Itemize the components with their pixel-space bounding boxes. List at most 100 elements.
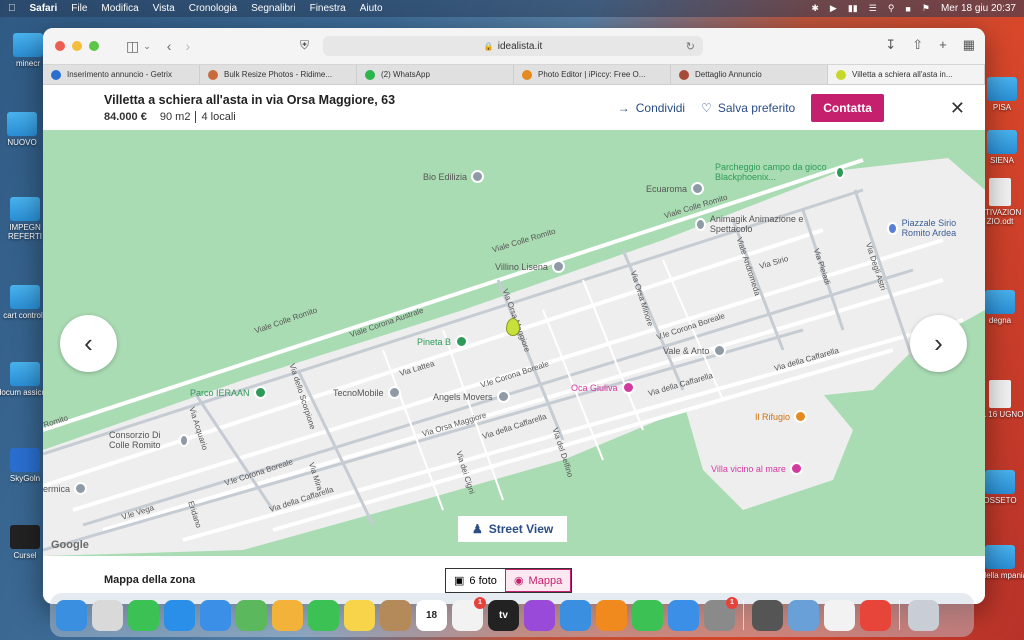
tab-villetta[interactable]: Villetta a schiera all'asta in... <box>828 65 985 84</box>
tab-bar: Inserimento annuncio - Getrix Bulk Resiz… <box>43 64 985 85</box>
contact-button[interactable]: Contatta <box>811 94 884 122</box>
downloads-icon[interactable]: ↧ <box>885 37 896 53</box>
clock[interactable]: Mer 18 giu 20:37 <box>941 3 1016 14</box>
menu-modifica[interactable]: Modifica <box>101 3 138 14</box>
document-icon <box>989 178 1011 206</box>
chrome-icon[interactable] <box>860 599 891 631</box>
tree-icon <box>455 335 469 348</box>
map-poi[interactable]: Angels Movers <box>433 390 510 403</box>
tab-bulk-resize[interactable]: Bulk Resize Photos - Ridime... <box>200 65 357 84</box>
tab-whatsapp[interactable]: (2) WhatsApp <box>357 65 514 84</box>
tab-overview-icon[interactable]: ▦ <box>963 37 975 53</box>
maps-icon[interactable] <box>236 599 267 631</box>
apple-icon[interactable]:  <box>8 3 16 14</box>
app-store-icon[interactable] <box>668 599 699 631</box>
system-preferences-icon[interactable]: 1 <box>704 596 738 631</box>
map-poi[interactable]: Parco IERAAN <box>190 386 267 399</box>
textedit-icon[interactable] <box>824 599 855 631</box>
new-tab-icon[interactable]: + <box>939 37 947 53</box>
minimize-window-button[interactable] <box>72 41 82 51</box>
tab-ipiccy[interactable]: Photo Editor | iPiccy: Free O... <box>514 65 671 84</box>
tab-dettaglio-annuncio[interactable]: Dettaglio Annuncio <box>671 65 828 84</box>
wifi-icon[interactable]: ☰ <box>869 3 877 14</box>
close-icon[interactable]: ✕ <box>950 98 965 119</box>
map-view[interactable]: Bio Edilizia Ecuaroma Parcheggio campo d… <box>43 130 985 556</box>
bluetooth-icon[interactable]: ✱ <box>811 3 819 14</box>
property-location-pin-icon[interactable] <box>506 318 520 336</box>
map-poi[interactable]: Animagik Animazione e Spettacolo <box>695 214 815 234</box>
tab-getrix[interactable]: Inserimento annuncio - Getrix <box>43 65 200 84</box>
previous-button[interactable]: ‹ <box>60 315 117 372</box>
map-poi[interactable]: TecnoMobile <box>333 386 401 399</box>
map-toggle[interactable]: ◉ Mappa <box>504 569 572 592</box>
map-poi[interactable]: Consorzio Di Colle Romito <box>109 430 189 450</box>
menu-segnalibri[interactable]: Segnalibri <box>251 3 295 14</box>
tab-favicon <box>522 69 532 80</box>
battery-icon[interactable]: ▮▮ <box>848 3 858 14</box>
menu-finestra[interactable]: Finestra <box>310 3 346 14</box>
preview-icon[interactable] <box>788 599 819 631</box>
contacts-icon[interactable] <box>380 599 411 631</box>
forward-button[interactable]: › <box>185 38 190 54</box>
keychain-icon[interactable] <box>752 599 783 631</box>
numbers-icon[interactable] <box>632 599 663 631</box>
map-poi[interactable]: Parcheggio campo da gioco Blackphoenix..… <box>715 162 845 182</box>
next-button[interactable]: › <box>910 315 967 372</box>
launchpad-icon[interactable] <box>92 599 123 631</box>
play-icon[interactable]: ▶ <box>830 3 837 14</box>
folder-icon <box>10 362 40 386</box>
zoom-window-button[interactable] <box>89 41 99 51</box>
keynote-icon[interactable] <box>560 599 591 631</box>
share-button[interactable]: → Condividi <box>618 101 685 115</box>
poi-marker-icon <box>387 386 401 399</box>
map-poi[interactable]: Oca Giuliva <box>571 381 635 394</box>
map-poi[interactable]: Villino Lisena <box>495 260 565 273</box>
street-view-button[interactable]: ♟ Street View <box>458 516 568 542</box>
reload-icon[interactable]: ↻ <box>686 40 695 53</box>
menu-cronologia[interactable]: Cronologia <box>189 3 237 14</box>
map-poi[interactable]: Bio Edilizia <box>423 170 485 183</box>
photos-icon[interactable] <box>272 599 303 631</box>
notes-icon[interactable] <box>344 599 375 631</box>
map-poi[interactable]: Ecuaroma <box>646 182 705 195</box>
close-window-button[interactable] <box>55 41 65 51</box>
tv-icon[interactable]: tv <box>488 599 519 631</box>
control-center-icon[interactable]: ■ <box>905 4 910 14</box>
trash-icon[interactable] <box>908 599 939 631</box>
privacy-shield-icon[interactable]: ⛨ <box>300 38 309 53</box>
reminders-icon[interactable]: 1 <box>452 596 486 631</box>
messages-icon[interactable] <box>128 599 159 631</box>
safari-icon[interactable] <box>164 599 195 631</box>
address-bar[interactable]: 🔒 idealista.it ↻ <box>323 36 703 56</box>
finder-icon[interactable] <box>56 599 87 631</box>
flag-icon[interactable]: ⚑ <box>922 3 930 14</box>
menu-vista[interactable]: Vista <box>153 3 175 14</box>
poi-marker-icon <box>179 433 189 447</box>
poi-marker-icon <box>691 182 705 195</box>
back-button[interactable]: ‹ <box>167 38 172 54</box>
chevron-down-icon[interactable]: ⌄ <box>143 41 151 52</box>
map-poi[interactable]: Piazzale Sirio Romito Ardea <box>887 218 983 238</box>
share-icon[interactable]: ⇧ <box>912 37 923 53</box>
photos-toggle[interactable]: ▣ 6 foto <box>446 569 505 592</box>
map-poi[interactable]: Vale & Anto <box>663 344 727 357</box>
menu-file[interactable]: File <box>71 3 87 14</box>
menu-app-name[interactable]: Safari <box>30 3 58 14</box>
facetime-icon[interactable] <box>308 599 339 631</box>
sidebar-icon[interactable]: ◫ <box>126 38 139 55</box>
calendar-icon[interactable]: 18 <box>416 599 447 631</box>
search-icon[interactable]: ⚲ <box>888 3 895 14</box>
mail-icon[interactable] <box>200 599 231 631</box>
menu-aiuto[interactable]: Aiuto <box>360 3 383 14</box>
lock-icon: 🔒 <box>483 41 494 51</box>
folder-icon <box>13 33 43 57</box>
pages-icon[interactable] <box>596 599 627 631</box>
map-poi[interactable]: Pineta B <box>417 335 469 348</box>
map-poi[interactable]: Il Rifugio <box>755 410 808 423</box>
map-poi[interactable]: ermica <box>43 482 88 495</box>
podcasts-icon[interactable] <box>524 599 555 631</box>
listing-title: Villetta a schiera all'asta in via Orsa … <box>104 92 396 107</box>
folder-icon <box>10 197 40 221</box>
map-poi[interactable]: Villa vicino al mare <box>711 462 803 475</box>
save-favorite-button[interactable]: ♡ Salva preferito <box>701 101 795 115</box>
